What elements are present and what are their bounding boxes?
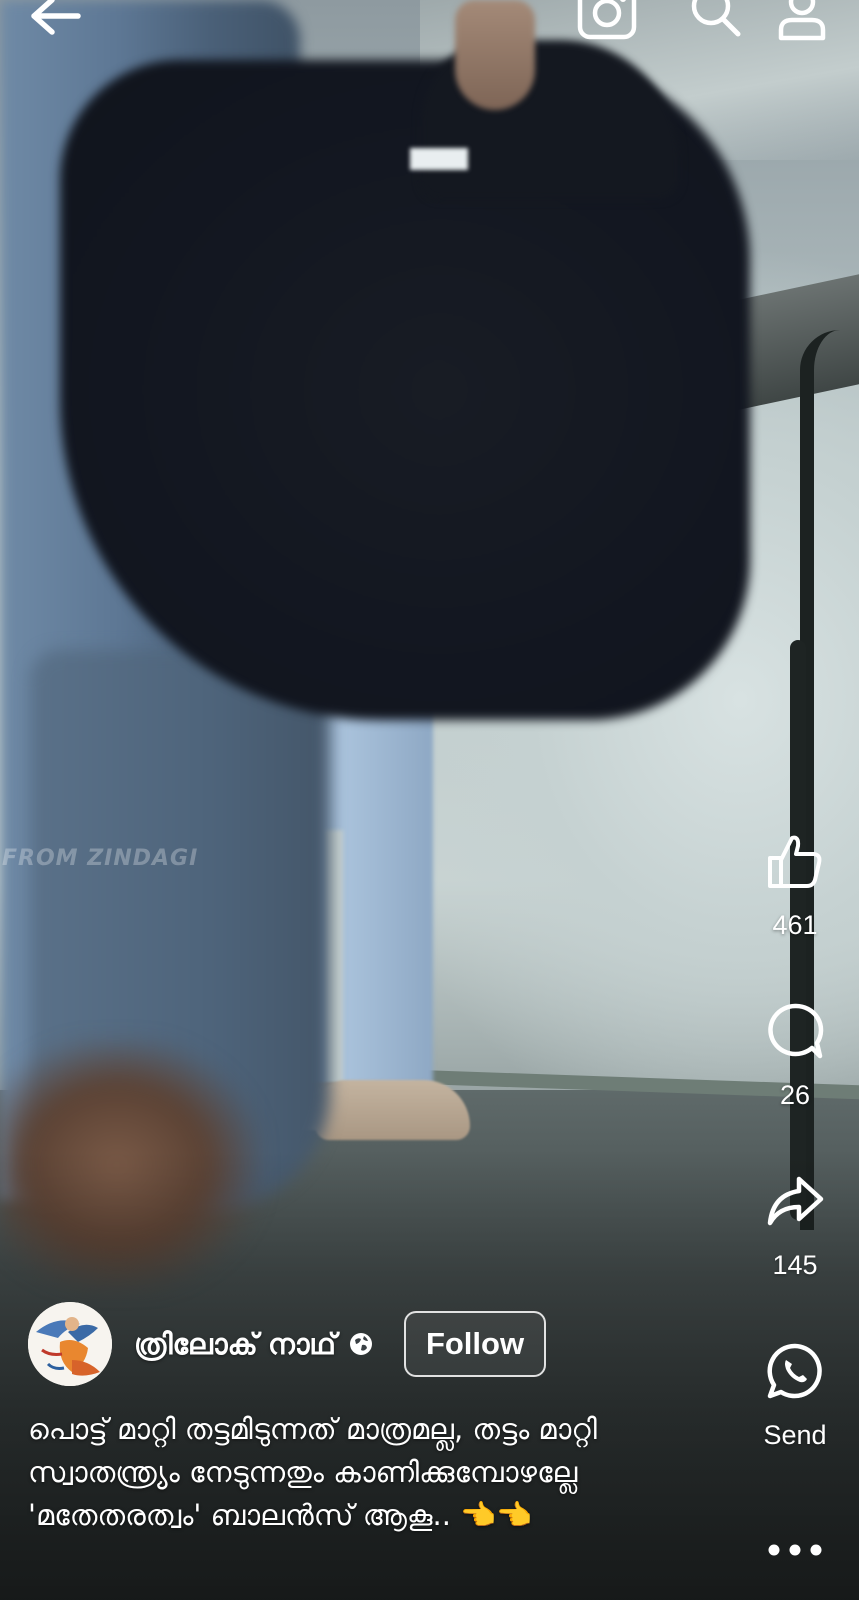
- camera-button[interactable]: [576, 0, 638, 40]
- thumbs-up-icon: [768, 835, 822, 888]
- comment-bubble-icon: [768, 1003, 824, 1059]
- comment-count: 26: [779, 1080, 811, 1110]
- post-caption[interactable]: പൊട്ട് മാറ്റി തട്ടമിടുന്നത് മാത്രമല്ല, ത…: [28, 1408, 728, 1537]
- more-horizontal-icon: [768, 1544, 822, 1556]
- instagram-camera-icon: [577, 0, 637, 40]
- share-arrow-icon: [767, 1176, 824, 1226]
- avatar[interactable]: [28, 1302, 112, 1386]
- follow-button[interactable]: Follow: [403, 1311, 547, 1377]
- avatar-illustration: [28, 1302, 112, 1386]
- like-count: 461: [772, 910, 818, 940]
- author-name[interactable]: ത്രിലോക് നാഥ്: [134, 1327, 336, 1362]
- send-label: Send: [763, 1420, 827, 1450]
- search-icon: [691, 0, 741, 37]
- arrow-left-icon: [31, 0, 81, 35]
- author-row: ത്രിലോക് നാഥ് Follow: [28, 1300, 728, 1388]
- back-button[interactable]: [26, 0, 86, 40]
- reels-screen: FROM ZINDAGI 461 26 145 Send ത്രിലോക് നാ…: [0, 0, 859, 1600]
- whatsapp-icon: [767, 1343, 822, 1399]
- share-count: 145: [772, 1250, 818, 1280]
- profile-button[interactable]: [774, 0, 830, 42]
- share-button[interactable]: 145: [750, 1170, 840, 1281]
- comment-button[interactable]: 26: [750, 1000, 840, 1111]
- video-watermark: FROM ZINDAGI: [2, 846, 199, 871]
- search-button[interactable]: [688, 0, 744, 40]
- like-button[interactable]: 461: [750, 830, 840, 941]
- globe-icon: [349, 1333, 372, 1355]
- more-options-button[interactable]: [760, 1530, 830, 1570]
- whatsapp-send-button[interactable]: Send: [750, 1340, 840, 1451]
- person-icon: [778, 0, 826, 41]
